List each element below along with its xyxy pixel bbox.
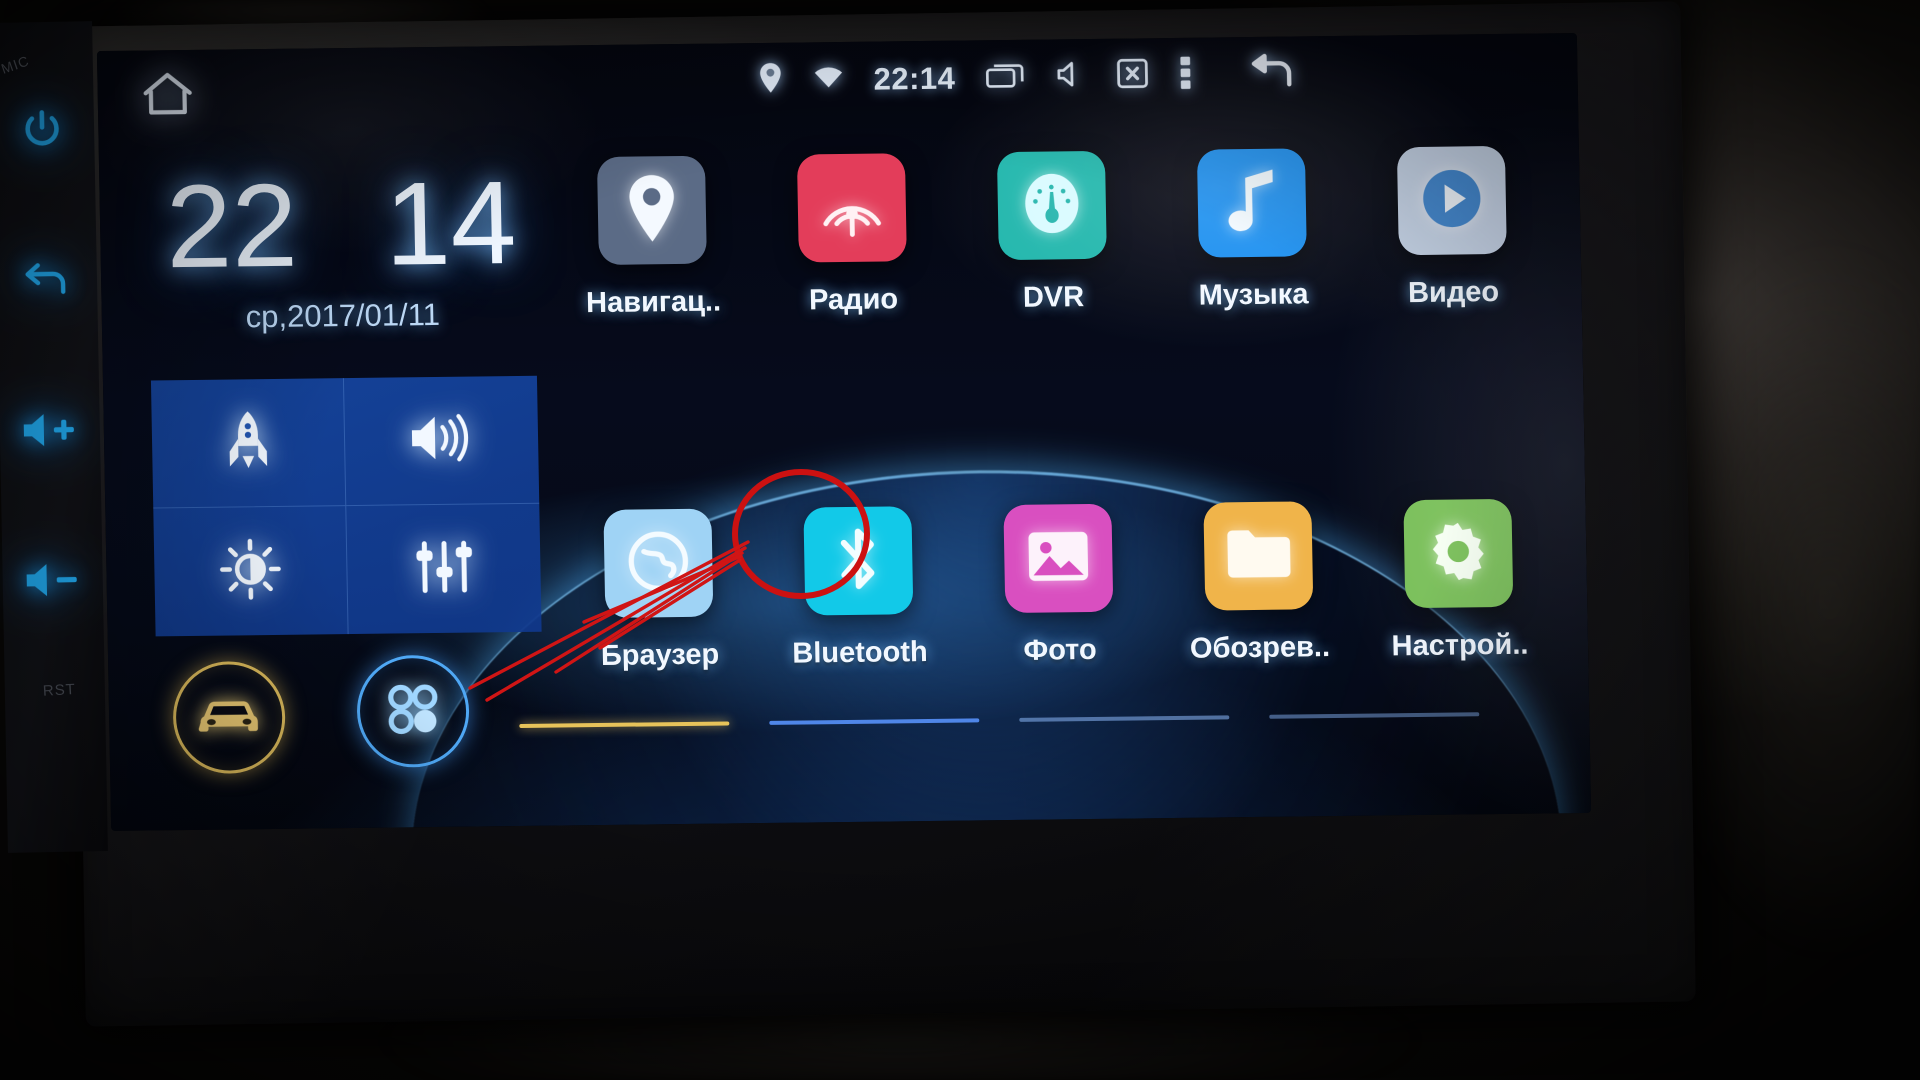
- volume-down-icon: [22, 558, 79, 606]
- app-icon-video[interactable]: [1396, 145, 1507, 256]
- app-label: Фото: [1023, 633, 1097, 667]
- mic-label: MIC: [0, 52, 32, 77]
- app-label: Bluetooth: [792, 635, 928, 670]
- app-icon-photo[interactable]: [1003, 503, 1114, 614]
- quick-setting-boost[interactable]: [150, 378, 347, 509]
- app-icon-music[interactable]: [1196, 148, 1307, 258]
- app-icon-settings[interactable]: [1403, 498, 1514, 609]
- close-window-icon[interactable]: [1115, 57, 1150, 94]
- car-icon: [196, 693, 263, 743]
- app-label: Радио: [808, 283, 899, 317]
- app-bluetooth[interactable]: Bluetooth: [757, 506, 960, 671]
- quick-setting-equalizer[interactable]: [346, 504, 541, 634]
- app-label: Музыка: [1198, 278, 1309, 312]
- volume-up-icon: [19, 408, 76, 456]
- rocket-icon: [220, 409, 275, 477]
- app-label: Настрой..: [1391, 628, 1529, 663]
- back-arrow-icon: [19, 256, 72, 308]
- gauge-icon: [1020, 169, 1083, 243]
- clock-widget[interactable]: 22 14 ср,2017/01/11: [147, 157, 536, 359]
- app-label: DVR: [1022, 281, 1085, 314]
- radio-waves-icon: [818, 172, 885, 244]
- app-icon-dvr[interactable]: [996, 150, 1107, 261]
- quick-settings-panel: [150, 375, 542, 637]
- photo-icon: [1025, 526, 1092, 590]
- status-bar-items: 22:14: [757, 52, 1298, 102]
- app-photo[interactable]: Фото: [957, 503, 1160, 668]
- clock-digits: 22 14: [147, 157, 535, 294]
- app-icon-navigation[interactable]: [596, 155, 707, 265]
- equalizer-icon: [414, 538, 473, 600]
- overflow-menu-icon[interactable]: [1179, 56, 1192, 95]
- music-note-icon: [1222, 166, 1281, 240]
- recent-apps-icon[interactable]: [985, 61, 1026, 94]
- bluetooth-icon: [832, 522, 885, 600]
- wifi-icon: [813, 65, 844, 94]
- app-music[interactable]: Музыка: [1151, 148, 1354, 313]
- app-radio[interactable]: Радио: [751, 153, 954, 318]
- app-video[interactable]: Видео: [1351, 145, 1554, 310]
- speaker-waves-icon: [408, 412, 475, 470]
- hardware-button-strip: MIC RST: [0, 21, 108, 853]
- app-browser[interactable]: Браузер: [557, 508, 760, 673]
- app-icon-radio[interactable]: [796, 153, 907, 263]
- app-icon-file-explorer[interactable]: [1203, 501, 1314, 611]
- app-navigation[interactable]: Навигац..: [551, 155, 754, 320]
- app-row-1: Навигац.. Радио DVR Музыка Видео: [551, 145, 1554, 320]
- quick-setting-brightness[interactable]: [153, 506, 349, 637]
- app-file-explorer[interactable]: Обозрев..: [1157, 501, 1360, 666]
- app-label: Браузер: [600, 638, 720, 672]
- globe-icon: [625, 527, 692, 599]
- clock-date: ср,2017/01/11: [245, 296, 441, 335]
- folder-icon: [1224, 525, 1293, 587]
- app-drawer-icon: [382, 678, 443, 744]
- app-icon-browser[interactable]: [603, 508, 714, 618]
- volume-up-button[interactable]: [5, 391, 91, 473]
- volume-icon[interactable]: [1055, 59, 1086, 94]
- app-label: Обозрев..: [1189, 631, 1331, 665]
- clock-hours: 22: [164, 159, 299, 294]
- app-label: Видео: [1407, 275, 1500, 310]
- quick-setting-volume[interactable]: [343, 375, 540, 507]
- app-dvr[interactable]: DVR: [951, 150, 1154, 315]
- gear-icon: [1426, 519, 1491, 589]
- play-circle-icon: [1418, 165, 1485, 237]
- clock-minutes: 14: [383, 157, 518, 291]
- back-icon[interactable]: [1243, 52, 1298, 96]
- back-button[interactable]: [2, 241, 88, 323]
- location-pin-icon: [757, 62, 784, 99]
- home-icon[interactable]: [139, 68, 196, 126]
- map-pin-icon: [622, 172, 681, 248]
- screenshot-root: MIC RST 22:14 22 14 ср,2017/01/11 Навига…: [0, 0, 1920, 1080]
- app-label: Навигац..: [585, 285, 722, 320]
- rst-label: RST: [42, 680, 77, 700]
- power-icon: [18, 105, 67, 159]
- lcd-screen: 22:14 22 14 ср,2017/01/11 Навигац.. Ради…: [96, 33, 1592, 831]
- power-button[interactable]: [0, 91, 85, 173]
- brightness-icon: [219, 537, 282, 605]
- app-icon-bluetooth[interactable]: [803, 506, 914, 616]
- app-grid: Навигац.. Радио DVR Музыка Видео Браузер…: [551, 145, 1560, 673]
- volume-down-button[interactable]: [8, 541, 94, 623]
- app-row-2: Браузер Bluetooth Фото Обозрев.. Настрой…: [557, 498, 1560, 673]
- status-bar-clock: 22:14: [873, 60, 956, 97]
- app-settings[interactable]: Настрой..: [1357, 498, 1560, 663]
